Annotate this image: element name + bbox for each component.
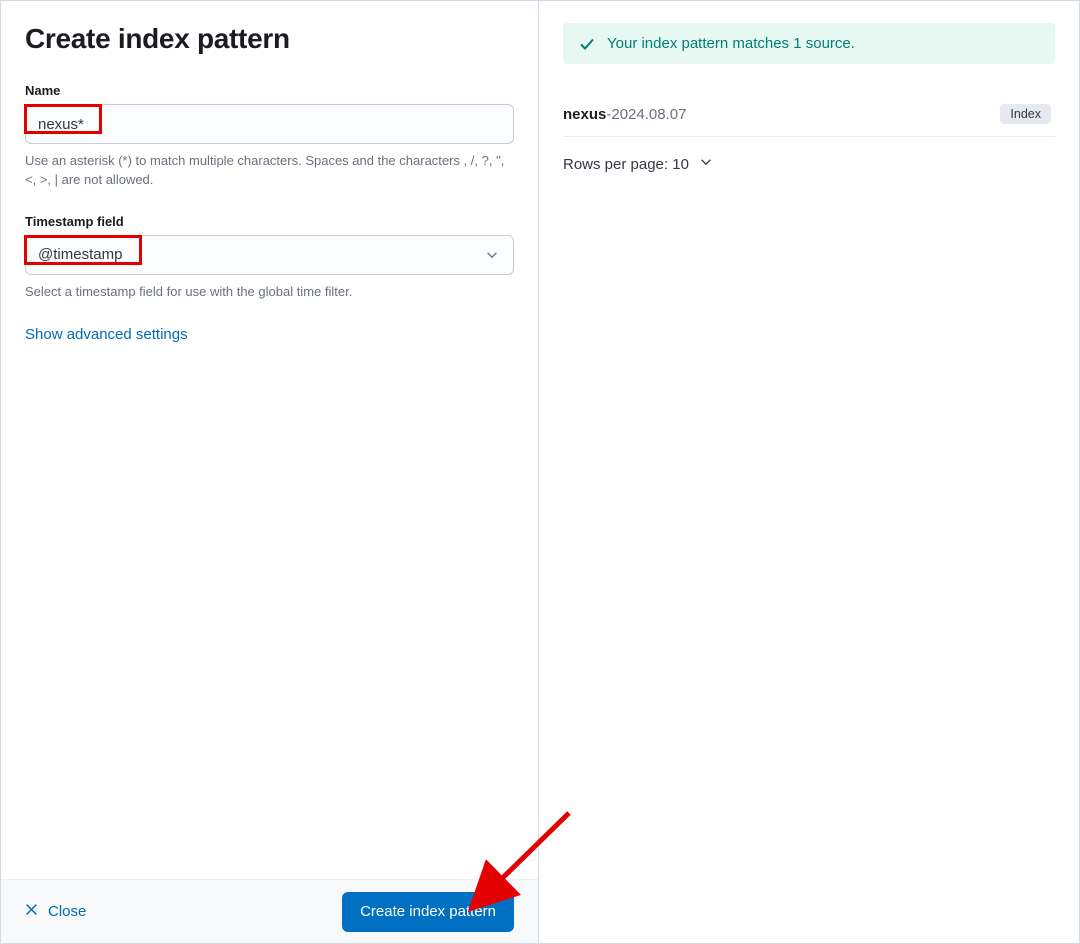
chevron-down-icon [485,248,499,262]
right-pane: Your index pattern matches 1 source. nex… [539,1,1079,943]
timestamp-help-text: Select a timestamp field for use with th… [25,283,514,302]
timestamp-select-value: @timestamp [38,246,122,263]
match-row: nexus-2024.08.07 Index [563,92,1055,137]
page-title: Create index pattern [25,23,514,55]
rows-per-page-label: Rows per page: 10 [563,156,689,173]
name-label: Name [25,83,514,98]
name-field-group: Name nexus* Use an asterisk (*) to match… [25,83,514,190]
timestamp-label: Timestamp field [25,214,514,229]
name-input[interactable]: nexus* [25,104,514,144]
close-label: Close [48,903,86,920]
left-body: Create index pattern Name nexus* Use an … [1,1,538,879]
match-bold: nexus [563,106,606,123]
match-rest: -2024.08.07 [606,106,686,123]
flyout: Create index pattern Name nexus* Use an … [0,0,1080,944]
check-icon [579,36,595,52]
match-callout: Your index pattern matches 1 source. [563,23,1055,64]
name-input-value: nexus* [38,116,84,133]
name-help-text: Use an asterisk (*) to match multiple ch… [25,152,514,190]
rows-per-page-selector[interactable]: Rows per page: 10 [563,155,713,173]
match-name: nexus-2024.08.07 [563,106,686,123]
callout-text: Your index pattern matches 1 source. [607,35,855,52]
show-advanced-settings-link[interactable]: Show advanced settings [25,326,188,343]
timestamp-field-group: Timestamp field @timestamp Select a time… [25,214,514,302]
index-badge: Index [1000,104,1051,124]
timestamp-select[interactable]: @timestamp [25,235,514,275]
footer: Close Create index pattern [1,879,538,943]
close-button[interactable]: Close [25,903,86,920]
chevron-down-icon [699,155,713,173]
create-index-pattern-button[interactable]: Create index pattern [342,892,514,932]
close-icon [25,903,38,920]
left-pane: Create index pattern Name nexus* Use an … [1,1,539,943]
